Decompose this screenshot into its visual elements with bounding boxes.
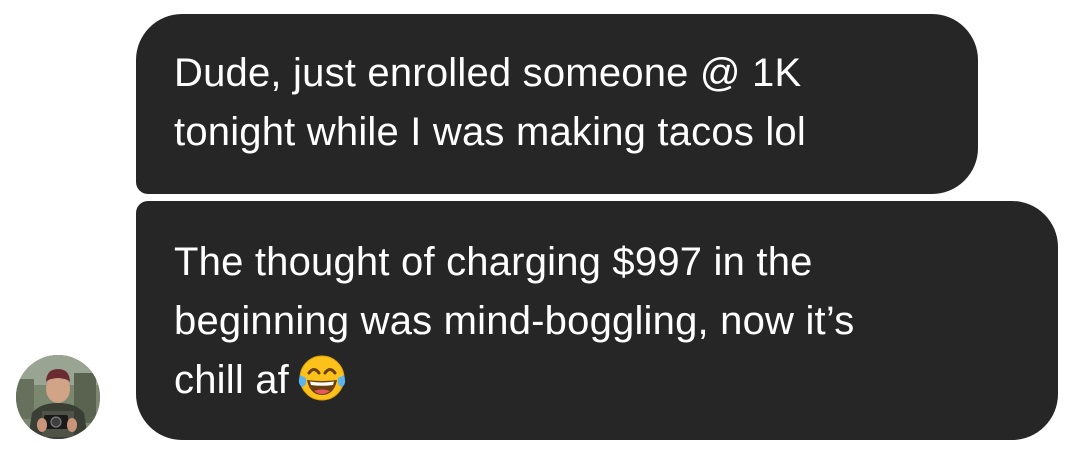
face-with-tears-of-joy-icon <box>297 353 347 403</box>
message-1-line-2: tonight while I was making tacos lol <box>174 110 806 154</box>
message-bubble-1[interactable]: Dude, just enrolled someone @ 1K tonight… <box>136 14 978 194</box>
message-2-line-2: beginning was mind-boggling, now it’s <box>174 299 855 343</box>
message-2-line-3-text: chill af <box>174 358 289 402</box>
message-2-line-3: chill af <box>174 351 1018 410</box>
message-bubble-2[interactable]: The thought of charging $997 in the begi… <box>136 201 1058 440</box>
user-avatar-photo <box>16 355 100 439</box>
message-1-line-1: Dude, just enrolled someone @ 1K <box>174 51 802 95</box>
message-thread: Dude, just enrolled someone @ 1K tonight… <box>0 0 1082 458</box>
message-2-line-1: The thought of charging $997 in the <box>174 240 813 284</box>
user-avatar[interactable] <box>16 355 100 439</box>
